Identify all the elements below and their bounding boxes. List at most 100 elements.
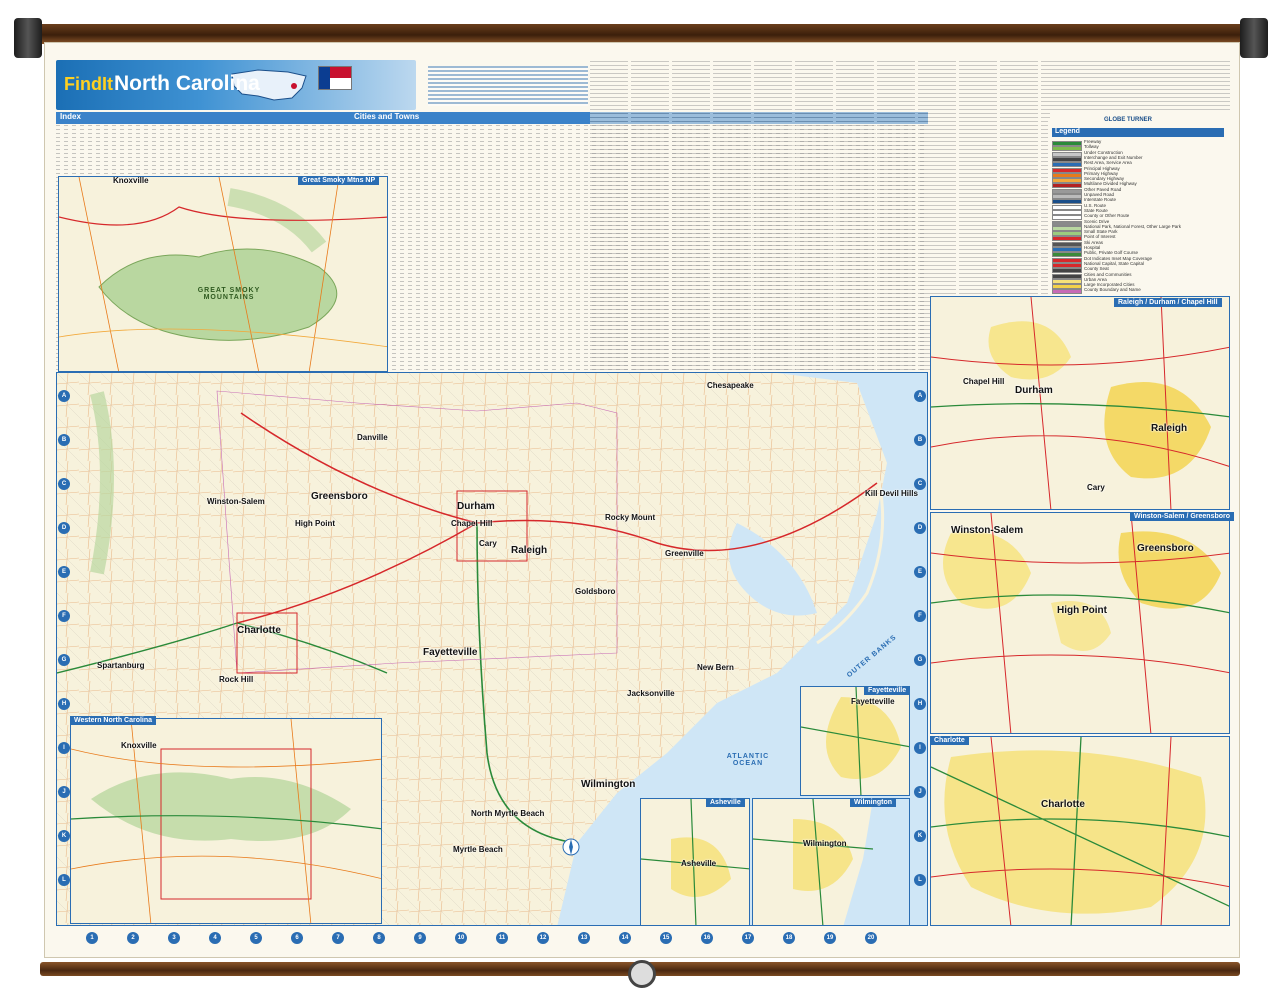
- legend-label: Rest Area, Service Area: [1084, 160, 1132, 166]
- label-kill-devil-hills: Kill Devil Hills: [865, 489, 918, 498]
- pull-ring-icon[interactable]: [628, 960, 656, 988]
- publisher-logo: GLOBE TURNER: [1104, 117, 1152, 123]
- cities-label: Cities and Towns: [354, 112, 420, 121]
- legend-swatch: [1052, 199, 1082, 205]
- label-cary: Cary: [479, 539, 497, 548]
- legend-swatch: [1052, 156, 1082, 162]
- legend-swatch: [1052, 215, 1082, 221]
- inset-title-smoky: Great Smoky Mtns NP: [298, 176, 380, 185]
- legend-swatch: [1052, 241, 1082, 247]
- grid-row-marker: F: [914, 610, 926, 622]
- grid-row-marker: H: [58, 698, 70, 710]
- label-chapel-hill: Chapel Hill: [451, 519, 493, 528]
- legend-label: Interchange and Exit Number: [1084, 154, 1143, 160]
- grid-column-marker: 18: [783, 932, 795, 944]
- grid-column-marker: 16: [701, 932, 713, 944]
- legend-label: Point of Interest: [1084, 234, 1116, 240]
- grid-column-bar: [56, 926, 928, 954]
- label-inset-charlotte: Charlotte: [1041, 799, 1085, 810]
- grid-column-marker: 19: [824, 932, 836, 944]
- top-roller: [18, 24, 1264, 44]
- label-danville: Danville: [357, 433, 388, 442]
- label-inset-high-point: High Point: [1057, 605, 1107, 616]
- grid-row-marker: D: [914, 522, 926, 534]
- label-inset-wilmington: Wilmington: [803, 839, 847, 848]
- legend-swatch: [1052, 273, 1082, 279]
- grid-row-marker: K: [58, 830, 70, 842]
- legend-label: Public, Private Golf Course: [1084, 250, 1139, 256]
- grid-row-marker: K: [914, 830, 926, 842]
- index-label: Index: [60, 112, 81, 121]
- legend-label: Tollway: [1084, 144, 1099, 150]
- grid-column-marker: 2: [127, 932, 139, 944]
- legend-swatch: [1052, 225, 1082, 231]
- legend-swatch: [1052, 178, 1082, 184]
- state-flag-icon: [318, 66, 352, 90]
- wilmington-map-graphic: [753, 799, 874, 925]
- legend-label: Ski Areas: [1084, 239, 1104, 245]
- legend-label: Dot Indicates Inset Map Coverage: [1084, 255, 1153, 261]
- grid-row-marker: J: [58, 786, 70, 798]
- legend-swatch: [1052, 262, 1082, 268]
- legend-swatch: [1052, 146, 1082, 152]
- map-title: North Carolina: [114, 72, 260, 95]
- inset-wilmington: Wilmington: [752, 798, 910, 926]
- inset-title-charlotte: Charlotte: [930, 736, 969, 745]
- legend-label: Principal Highway: [1084, 165, 1120, 171]
- legend-label: Small State Park: [1084, 229, 1118, 235]
- grid-column-marker: 20: [865, 932, 877, 944]
- legend-swatch: [1052, 162, 1082, 168]
- legend-label: County or Other Route: [1084, 213, 1130, 219]
- grid-row-marker: E: [58, 566, 70, 578]
- label-new-bern: New Bern: [697, 663, 734, 672]
- legend-label: Unpaved Road: [1084, 192, 1115, 197]
- legend-swatch: [1052, 236, 1082, 242]
- grid-row-marker: H: [914, 698, 926, 710]
- grid-column-marker: 15: [660, 932, 672, 944]
- legend-swatch: [1052, 268, 1082, 274]
- label-inset-chapel-hill: Chapel Hill: [963, 377, 1005, 386]
- grid-row-marker: C: [58, 478, 70, 490]
- legend-swatch: [1052, 141, 1082, 146]
- grid-row-marker: D: [58, 522, 70, 534]
- grid-column-marker: 4: [209, 932, 221, 944]
- inset-title-western: Western North Carolina: [70, 716, 157, 725]
- grid-column-marker: 11: [496, 932, 508, 944]
- western-map-graphic: [71, 719, 381, 923]
- grid-row-marker: F: [58, 610, 70, 622]
- label-fayetteville: Fayetteville: [423, 647, 478, 658]
- legend-label: Secondary Highway: [1084, 176, 1125, 182]
- legend-swatch: [1052, 209, 1082, 215]
- label-rock-hill: Rock Hill: [219, 675, 254, 684]
- label-wilmington: Wilmington: [581, 779, 636, 790]
- label-high-point: High Point: [295, 519, 335, 528]
- legend-label: Other Paved Road: [1084, 186, 1122, 192]
- grid-row-marker: J: [914, 786, 926, 798]
- label-inset-raleigh: Raleigh: [1151, 423, 1188, 434]
- grid-row-marker: L: [58, 874, 70, 886]
- grid-row-marker: G: [914, 654, 926, 666]
- inset-raleigh-durham: Durham Chapel Hill Raleigh Cary: [930, 296, 1230, 510]
- label-chesapeake: Chesapeake: [707, 381, 754, 390]
- grid-row-marker: I: [914, 742, 926, 754]
- legend-label: Scenic Drive: [1084, 218, 1110, 224]
- label-inset-greensboro: Greensboro: [1137, 543, 1194, 554]
- grid-column-marker: 13: [578, 932, 590, 944]
- legend-swatch: [1052, 231, 1082, 237]
- grid-column-marker: 1: [86, 932, 98, 944]
- grid-column-marker: 5: [250, 932, 262, 944]
- label-inset-asheville: Asheville: [681, 859, 717, 868]
- legend-swatch: [1052, 220, 1082, 226]
- inset-title-asheville: Asheville: [706, 798, 745, 807]
- left-roller-cap: [14, 18, 42, 58]
- legend-label: Multilane Divided Highway: [1084, 181, 1137, 187]
- grid-column-marker: 10: [455, 932, 467, 944]
- grid-row-marker: B: [914, 434, 926, 446]
- legend-label: National Park, National Forest, Other La…: [1084, 223, 1182, 229]
- legend-swatch: [1052, 172, 1082, 178]
- label-atlantic-ocean: ATLANTIC OCEAN: [726, 753, 770, 767]
- inset-charlotte: Charlotte: [930, 736, 1230, 926]
- legend-swatch: [1052, 167, 1082, 173]
- label-raleigh: Raleigh: [511, 545, 548, 556]
- grid-column-marker: 17: [742, 932, 754, 944]
